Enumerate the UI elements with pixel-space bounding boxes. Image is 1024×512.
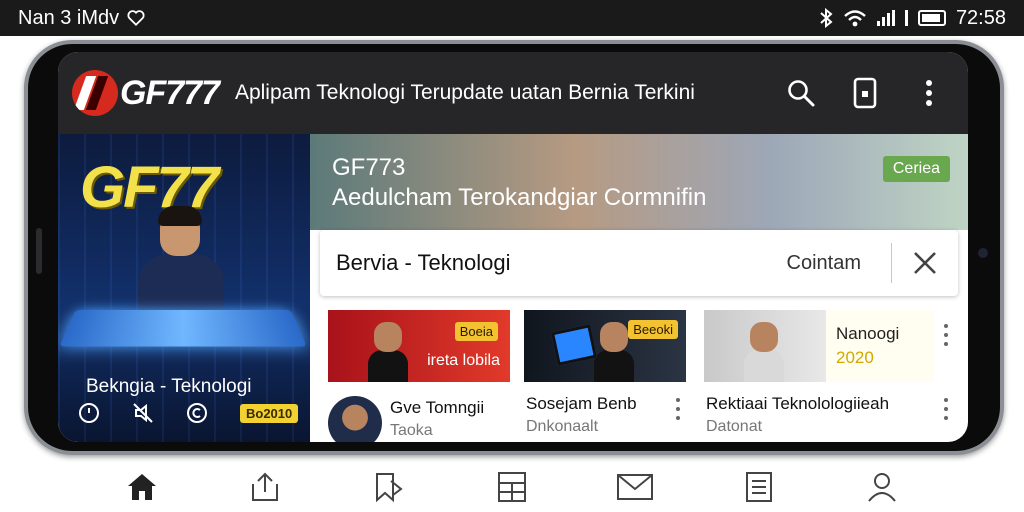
- video-thumbnail[interactable]: [704, 310, 826, 382]
- featured-banner[interactable]: GF773 Aedulcham Terokandgiar Cormnifin C…: [310, 134, 968, 230]
- phone-side-button: [36, 228, 42, 274]
- camera-icon: [978, 248, 988, 258]
- more-options-icon[interactable]: [940, 324, 952, 346]
- status-right: 72:58: [819, 7, 1006, 30]
- thumbnail-label: Nanoogi: [836, 324, 900, 343]
- mail-icon: [617, 474, 654, 500]
- mute-icon[interactable]: [132, 402, 154, 424]
- video-title: Gve Tomngii: [390, 398, 485, 417]
- signal-icon: [876, 10, 895, 26]
- close-button[interactable]: [892, 230, 958, 296]
- logo-mark-icon: [72, 70, 118, 116]
- status-bar: Nan 3 iMdv 72:58: [0, 0, 1024, 36]
- video-card-list: Boeia ireta lobila Gve Tomngii Taoka Bee…: [328, 310, 960, 442]
- status-carrier-text: Nan 3 iMdv: [18, 6, 120, 29]
- status-left: Nan 3 iMdv: [18, 7, 145, 30]
- hero-tablet-image: [59, 310, 307, 347]
- nav-document[interactable]: [737, 465, 781, 509]
- calculator-icon: [497, 472, 526, 502]
- copyright-icon[interactable]: [186, 402, 208, 424]
- clock-icon[interactable]: [78, 402, 100, 424]
- app-bar-actions: [784, 76, 954, 110]
- section-title: Bervia - Teknologi: [336, 250, 511, 275]
- hero-panel[interactable]: GF77 Bekngia - Teknologi Bo2010: [58, 134, 310, 442]
- video-thumbnail[interactable]: Beeoki: [524, 310, 686, 382]
- video-card[interactable]: Boeia ireta lobila Gve Tomngii Taoka: [328, 310, 510, 442]
- battery-icon: [917, 10, 946, 26]
- thumbnail-year: 2020: [836, 348, 874, 367]
- phone-icon: [853, 77, 877, 109]
- search-button[interactable]: [784, 76, 818, 110]
- nav-share[interactable]: [243, 465, 287, 509]
- video-subtitle: Taoka: [390, 422, 433, 439]
- app-title: Aplipam Teknologi Terupdate uatan Bernia…: [234, 81, 695, 104]
- nav-profile[interactable]: [860, 465, 904, 509]
- video-card[interactable]: Beeoki Sosejam Benb Dnkonaalt: [524, 310, 692, 442]
- banner-title: GF773: [332, 154, 406, 181]
- wifi-icon: [844, 10, 866, 27]
- thumbnail-tablet-image: [550, 324, 598, 366]
- bluetooth-icon: [820, 8, 833, 28]
- video-title: Sosejam Benb: [526, 394, 637, 413]
- phone-button[interactable]: [848, 76, 882, 110]
- search-icon: [788, 80, 815, 107]
- thumbnail-text: ireta lobila: [427, 352, 500, 369]
- video-subtitle: Dnkonaalt: [526, 418, 599, 435]
- video-title: Rektiaai Teknolologiieah: [706, 394, 890, 413]
- nav-home[interactable]: [120, 465, 164, 509]
- phone-screen: GF777 Aplipam Teknologi Terupdate uatan …: [58, 52, 968, 442]
- thumbnail-tag: Boeia: [454, 322, 498, 341]
- video-card[interactable]: Nanoogi 2020 Rektiaai Teknolologiieah Da…: [704, 310, 960, 442]
- heart-icon: [127, 10, 145, 27]
- hero-person-image: [132, 206, 230, 320]
- hero-icon-row: Bo2010: [78, 402, 299, 424]
- document-icon: [745, 472, 772, 502]
- video-thumbnail[interactable]: Boeia ireta lobila: [328, 310, 510, 382]
- banner-badge[interactable]: Ceriea: [882, 156, 950, 182]
- status-time: 72:58: [955, 6, 1006, 29]
- hero-badge: Bo2010: [240, 403, 299, 423]
- video-subtitle: Datonat: [706, 418, 763, 435]
- app-bar: GF777 Aplipam Teknologi Terupdate uatan …: [58, 52, 968, 134]
- close-icon: [914, 252, 936, 274]
- hero-caption: Bekngia - Teknologi: [86, 376, 252, 397]
- signal-icon-2: [904, 10, 908, 26]
- bottom-navigation: [0, 462, 1024, 512]
- thumbnail-label-panel: Nanoogi 2020: [826, 310, 934, 382]
- more-button[interactable]: [912, 76, 946, 110]
- more-options-icon[interactable]: [940, 398, 952, 420]
- profile-icon: [868, 473, 897, 502]
- app-logo[interactable]: GF777: [72, 70, 220, 116]
- home-icon: [127, 474, 156, 500]
- share-icon: [252, 472, 279, 501]
- channel-avatar[interactable]: [328, 396, 382, 442]
- bookmark-icon: [375, 473, 403, 503]
- section-link[interactable]: Cointam: [787, 252, 891, 275]
- logo-text: GF777: [120, 73, 220, 112]
- thumbnail-tag: Beeoki: [628, 320, 678, 339]
- nav-mail[interactable]: [613, 465, 657, 509]
- nav-calculator[interactable]: [490, 465, 534, 509]
- thumbnail-person-image: [744, 322, 784, 382]
- banner-subtitle: Aedulcham Terokandgiar Cormnifin: [332, 184, 707, 211]
- more-options-icon[interactable]: [672, 398, 684, 420]
- section-header: Bervia - Teknologi Cointam: [320, 230, 958, 296]
- more-vert-icon: [926, 80, 932, 106]
- nav-bookmark[interactable]: [367, 465, 411, 509]
- thumbnail-person-image: [368, 322, 408, 382]
